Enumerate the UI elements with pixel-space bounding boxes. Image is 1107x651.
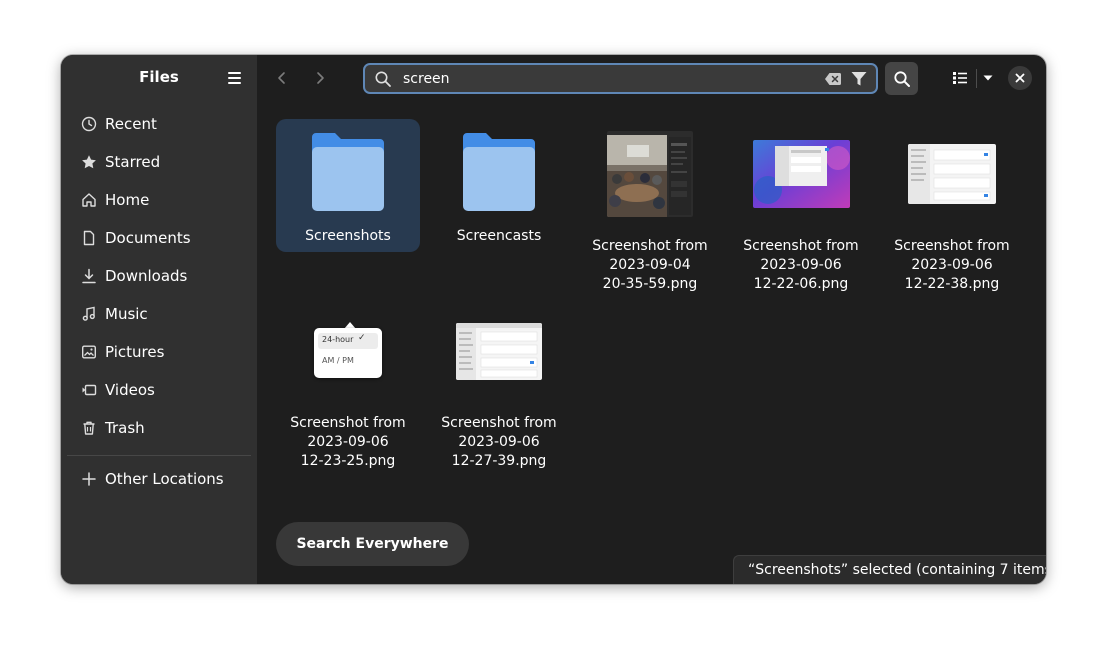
thumbnail: 24-hour ✓ AM / PM — [276, 306, 420, 396]
header-bar — [257, 55, 1046, 101]
download-icon — [81, 268, 97, 284]
file-label: Screenshot from 2023-09-06 12-22-06.png — [743, 238, 859, 292]
search-icon — [893, 70, 910, 87]
list-view-button[interactable] — [945, 62, 975, 94]
sidebar-separator — [67, 455, 251, 456]
music-icon — [81, 306, 97, 322]
thumbnail — [427, 127, 571, 217]
sidebar-item-label: Pictures — [105, 343, 165, 361]
clock-icon — [81, 116, 97, 132]
sidebar-item-label: Other Locations — [105, 470, 224, 488]
thumbnail — [276, 127, 420, 217]
check-icon: ✓ — [358, 333, 366, 343]
list-view-icon — [953, 72, 967, 84]
sidebar-item-music[interactable]: Music — [67, 295, 251, 333]
sidebar-item-label: Music — [105, 305, 148, 323]
status-bar: “Screenshots” selected (containing 7 ite… — [733, 555, 1046, 584]
view-menu-button[interactable] — [977, 62, 999, 94]
sidebar-item-trash[interactable]: Trash — [67, 409, 251, 447]
plus-icon — [81, 471, 97, 487]
files-window: Files Recent Starred Home Documents Down… — [61, 55, 1046, 584]
thumbnail — [578, 129, 722, 219]
sidebar: Files Recent Starred Home Documents Down… — [61, 55, 257, 584]
document-icon — [81, 230, 97, 246]
settings-thumbnail-icon — [456, 322, 542, 380]
file-label: Screenshot from 2023-09-04 20-35-59.png — [592, 238, 708, 292]
option-am-pm: AM / PM — [322, 356, 354, 365]
desktop-thumbnail-icon — [752, 140, 850, 208]
file-item-image[interactable]: Screenshot from 2023-09-06 12-22-06.png — [729, 119, 873, 292]
folder-icon — [312, 133, 384, 211]
sidebar-item-documents[interactable]: Documents — [67, 219, 251, 257]
file-item-folder[interactable]: Screenshots — [276, 119, 420, 252]
search-input[interactable] — [403, 68, 803, 89]
filter-icon[interactable] — [850, 70, 868, 88]
time-format-thumbnail: 24-hour ✓ AM / PM — [312, 322, 384, 380]
back-button[interactable] — [265, 62, 299, 94]
star-icon — [81, 154, 97, 170]
option-24-hour: 24-hour — [322, 335, 354, 344]
file-grid: Screenshots Screencasts Screenshot from … — [257, 101, 1046, 584]
sidebar-item-downloads[interactable]: Downloads — [67, 257, 251, 295]
video-icon — [81, 382, 97, 398]
sidebar-item-pictures[interactable]: Pictures — [67, 333, 251, 371]
sidebar-item-label: Videos — [105, 381, 155, 399]
file-label: Screencasts — [456, 228, 542, 244]
close-window-button[interactable] — [1008, 66, 1032, 90]
clear-text-icon[interactable] — [824, 71, 842, 87]
sidebar-item-label: Home — [105, 191, 150, 209]
search-icon — [375, 71, 391, 87]
thumbnail — [427, 306, 571, 396]
sidebar-item-recent[interactable]: Recent — [67, 105, 251, 143]
view-separator — [976, 69, 977, 88]
sidebar-item-starred[interactable]: Starred — [67, 143, 251, 181]
photo-thumbnail-icon — [607, 131, 693, 217]
sidebar-item-label: Documents — [105, 229, 191, 247]
file-label: Screenshot from 2023-09-06 12-22-38.png — [894, 238, 1010, 292]
sidebar-places: Recent Starred Home Documents Downloads … — [67, 105, 251, 447]
close-icon — [1015, 73, 1025, 83]
thumbnail — [880, 129, 1024, 219]
main-menu-button[interactable] — [221, 66, 247, 90]
sidebar-header: Files — [61, 55, 257, 101]
file-item-image[interactable]: Screenshot from 2023-09-04 20-35-59.png — [578, 119, 722, 292]
view-options — [945, 62, 999, 94]
trash-icon — [81, 420, 97, 436]
file-label: Screenshot from 2023-09-06 12-23-25.png — [290, 415, 406, 469]
file-label: Screenshots — [305, 228, 391, 244]
sidebar-item-label: Downloads — [105, 267, 188, 285]
picture-icon — [81, 344, 97, 360]
thumbnail — [729, 129, 873, 219]
file-item-image[interactable]: Screenshot from 2023-09-06 12-27-39.png — [427, 296, 571, 469]
settings-thumbnail-icon — [908, 144, 996, 204]
search-toggle-button[interactable] — [885, 62, 918, 95]
file-label: Screenshot from 2023-09-06 12-27-39.png — [441, 415, 557, 469]
file-item-image[interactable]: 24-hour ✓ AM / PM Screenshot from 2023-09… — [276, 296, 420, 469]
chevron-down-icon — [983, 75, 993, 81]
sidebar-item-videos[interactable]: Videos — [67, 371, 251, 409]
file-item-folder[interactable]: Screencasts — [427, 119, 571, 252]
search-bar — [363, 63, 878, 94]
sidebar-item-label: Starred — [105, 153, 161, 171]
chevron-left-icon — [278, 72, 285, 84]
home-icon — [81, 192, 97, 208]
sidebar-item-other-locations[interactable]: Other Locations — [67, 460, 251, 498]
chevron-right-icon — [317, 72, 324, 84]
sidebar-item-home[interactable]: Home — [67, 181, 251, 219]
file-item-image[interactable]: Screenshot from 2023-09-06 12-22-38.png — [880, 119, 1024, 292]
folder-icon — [463, 133, 535, 211]
search-everywhere-button[interactable]: Search Everywhere — [276, 522, 469, 566]
sidebar-item-label: Trash — [105, 419, 145, 437]
forward-button[interactable] — [303, 62, 337, 94]
sidebar-item-label: Recent — [105, 115, 157, 133]
sidebar-other-locations: Other Locations — [67, 460, 251, 498]
